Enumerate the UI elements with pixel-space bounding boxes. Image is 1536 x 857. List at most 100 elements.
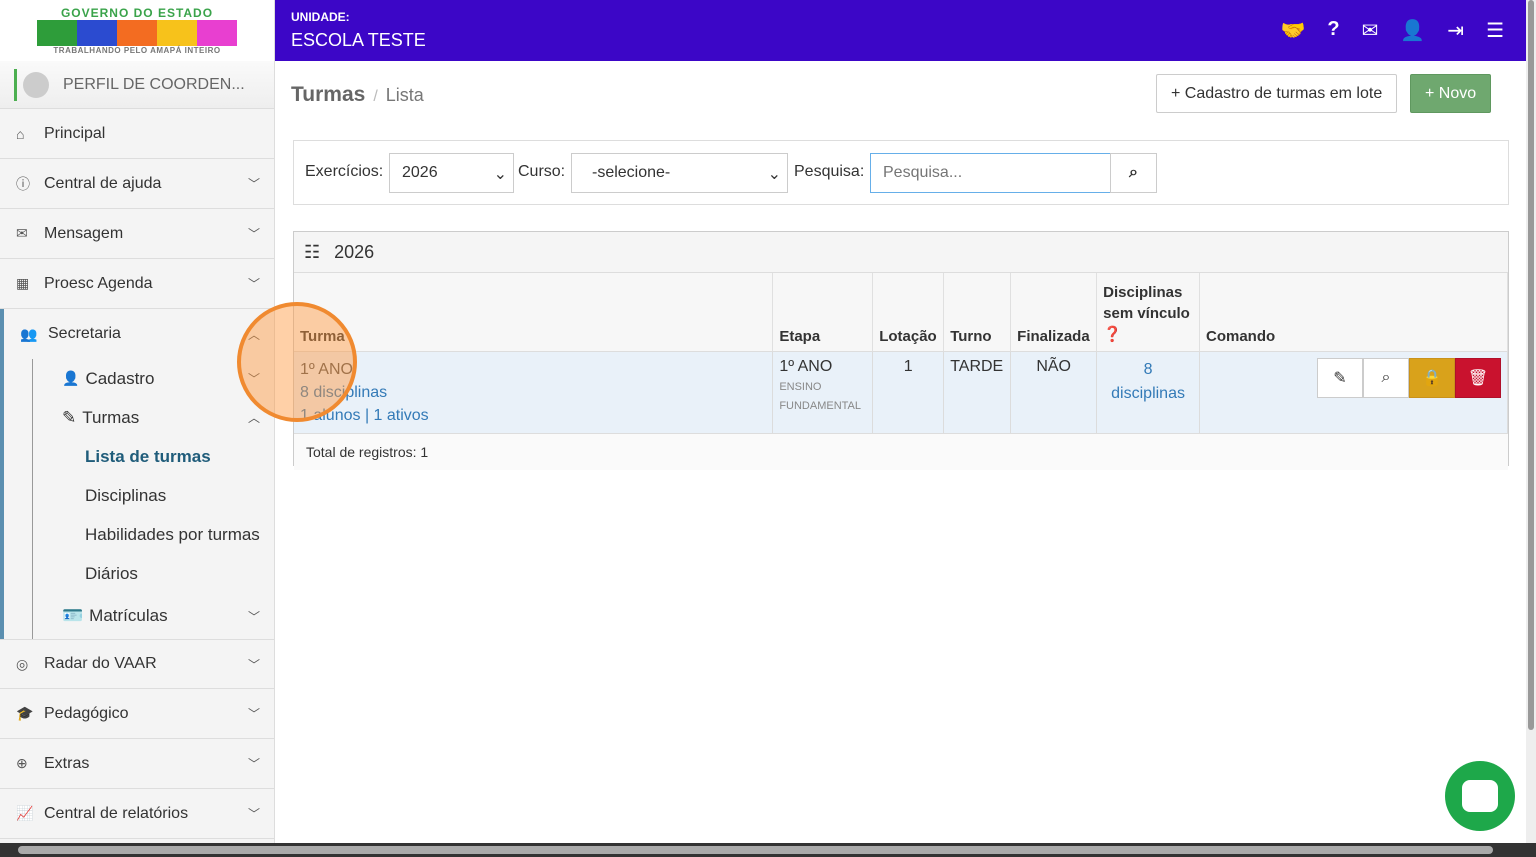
vertical-scrollbar[interactable] [1526, 0, 1536, 843]
label: Mensagem [44, 224, 124, 242]
unit-label: UNIDADE: [291, 10, 350, 24]
label: Central de relatórios [44, 804, 189, 822]
sem-vinculo-link[interactable]: 8 disciplinas [1096, 351, 1200, 433]
sidebar-item-principal[interactable]: ⌂ Principal [0, 109, 274, 159]
turmas-table: Turma Etapa Lotação Turno Finalizada Dis… [294, 273, 1508, 433]
chat-icon [1462, 780, 1498, 812]
sidebar-item-mensagem[interactable]: ✉ Mensagem ﹀ [0, 209, 274, 259]
avatar [23, 71, 49, 98]
etapa-sub: FUNDAMENTAL [779, 399, 862, 412]
col-lotacao: Lotação [872, 273, 945, 352]
user-icon: 👤 [62, 370, 80, 386]
chevron-down-icon: ⌄ [493, 166, 507, 183]
main-content: Turmas / Lista + Cadastro de turmas em lot… [275, 61, 1526, 843]
etapa-sub: ENSINO [779, 380, 822, 393]
chevron-down-icon: ﹀ [247, 227, 260, 241]
sidebar-item-turmas[interactable]: ✎ Turmas ︿ [4, 398, 274, 437]
sidebar-item-diarios[interactable]: Diários [4, 554, 274, 593]
logout-icon[interactable]: ⇥ [1447, 18, 1464, 43]
panel-title: 2026 [334, 241, 375, 262]
unit-name: ESCOLA TESTE [291, 30, 426, 50]
new-button[interactable]: + Novo [1410, 74, 1492, 113]
id-card-icon: 🪪 [62, 606, 84, 625]
pencil-icon: ✎ [62, 407, 77, 427]
page-title: Turmas [291, 83, 366, 106]
question-icon[interactable]: ❓ [1103, 326, 1122, 343]
horizontal-scrollbar[interactable] [0, 843, 1536, 857]
search-input[interactable] [870, 153, 1111, 193]
sidebar-item-extras[interactable]: ⊕ Extras ﹀ [0, 739, 274, 789]
chevron-down-icon: ﹀ [247, 657, 260, 672]
plus-circle-icon: ⊕ [16, 755, 28, 771]
breadcrumb-current: Lista [385, 85, 424, 105]
user-icon[interactable]: 👤 [1400, 18, 1425, 43]
sidebar: GOVERNO DO ESTADO TRABALHANDO PELO AMAPÁ… [0, 0, 275, 843]
col-finalizada: Finalizada [1010, 273, 1098, 352]
col-etapa: Etapa [772, 273, 874, 352]
delete-button[interactable]: 🗑 [1455, 357, 1501, 398]
chevron-down-icon: ﹀ [247, 177, 260, 191]
secretaria-section: 👥 Secretaria ︿ 👤 Cadastro ﹀ ✎ Turmas ︿ Lista d… [0, 309, 274, 639]
label: Cadastro [85, 368, 155, 388]
sidebar-item-disciplinas[interactable]: Disciplinas [4, 476, 274, 515]
label: Principal [44, 124, 106, 142]
turno: TARDE [943, 351, 1012, 433]
chevron-down-icon: ﹀ [247, 807, 260, 821]
exercicios-select[interactable]: 2026 ⌄ [389, 153, 514, 193]
sidebar-item-relatorios[interactable]: 📈 Central de relatórios ﹀ [0, 789, 274, 839]
disciplinas-link[interactable]: 8 disciplinas [300, 381, 766, 404]
label: Central de ajuda [44, 174, 162, 192]
turma-name: 1º ANO [300, 360, 353, 378]
curso-select[interactable]: -selecione- ⌄ [571, 153, 788, 193]
graduation-icon: 🎓 [16, 705, 34, 721]
help-icon[interactable]: ? [1327, 18, 1339, 43]
value: 2026 [402, 164, 438, 181]
sidebar-item-lista-turmas[interactable]: Lista de turmas [4, 437, 274, 476]
sidebar-item-pedagogico[interactable]: 🎓 Pedagógico ﹀ [0, 689, 274, 739]
value: -selecione- [592, 164, 671, 181]
calendar-icon: ▦ [16, 275, 30, 291]
batch-register-button[interactable]: + Cadastro de turmas em lote [1156, 74, 1398, 113]
lock-button[interactable]: 🔒 [1409, 357, 1455, 398]
label: Radar do VAAR [44, 655, 157, 672]
edit-button[interactable]: ✎ [1317, 357, 1363, 398]
alunos-link[interactable]: 1 alunos | 1 ativos [300, 404, 766, 427]
sidebar-item-secretaria[interactable]: 👥 Secretaria ︿ [4, 309, 274, 359]
list-icon: ☷ [304, 241, 321, 262]
chat-button[interactable] [1445, 761, 1515, 831]
view-button[interactable]: ⌕ [1363, 357, 1409, 398]
label: Extras [44, 754, 90, 772]
chart-icon: 📈 [16, 805, 34, 821]
col-turno: Turno [943, 273, 1012, 352]
pesquisa-label: Pesquisa: [794, 163, 865, 180]
sidebar-item-habilidades[interactable]: Habilidades por turmas [4, 515, 274, 554]
menu-icon[interactable]: ☰ [1486, 18, 1504, 43]
search-button[interactable]: ⌕ [1110, 153, 1157, 193]
col-sem-vinculo: Disciplinas sem vínculo ❓ [1096, 273, 1200, 352]
logo: GOVERNO DO ESTADO TRABALHANDO PELO AMAPÁ… [0, 0, 274, 61]
search-icon: ⌕ [1129, 164, 1138, 181]
chevron-down-icon: ﹀ [247, 609, 260, 624]
table-row: 1º ANO 8 disciplinas 1 alunos | 1 ativos 1… [294, 351, 1508, 433]
breadcrumb: Turmas / Lista [291, 83, 424, 106]
turmas-panel: ☷ 2026 Turma Etapa Lotação Turno Finaliza… [293, 231, 1509, 470]
col-turma: Turma [294, 273, 774, 352]
profile[interactable]: PERFIL DE COORDEN... [0, 61, 274, 109]
edit-icon: ✎ [1333, 369, 1347, 387]
label: Matrículas [89, 606, 168, 625]
lotacao: 1 [872, 351, 945, 433]
sidebar-item-central-ajuda[interactable]: ⓘ Central de ajuda ﹀ [0, 159, 274, 209]
chevron-down-icon: ﹀ [247, 757, 260, 771]
label: Disciplinas sem vínculo [1103, 283, 1190, 322]
col-comando: Comando [1199, 273, 1508, 352]
top-bar: UNIDADE: ESCOLA TESTE 🤝 ? ✉ 👤 ⇥ ☰ [275, 0, 1526, 61]
sidebar-item-radar[interactable]: ◎ Radar do VAAR ﹀ [0, 639, 274, 689]
sidebar-item-matriculas[interactable]: 🪪 Matrículas ﹀ [4, 593, 274, 639]
sidebar-item-agenda[interactable]: ▦ Proesc Agenda ﹀ [0, 259, 274, 309]
sidebar-item-cadastro[interactable]: 👤 Cadastro ﹀ [4, 359, 274, 398]
handshake-icon[interactable]: 🤝 [1281, 18, 1306, 43]
label: Proesc Agenda [44, 274, 153, 292]
users-icon: 👥 [20, 325, 38, 342]
curso-label: Curso: [518, 163, 566, 180]
envelope-icon[interactable]: ✉ [1362, 18, 1379, 43]
